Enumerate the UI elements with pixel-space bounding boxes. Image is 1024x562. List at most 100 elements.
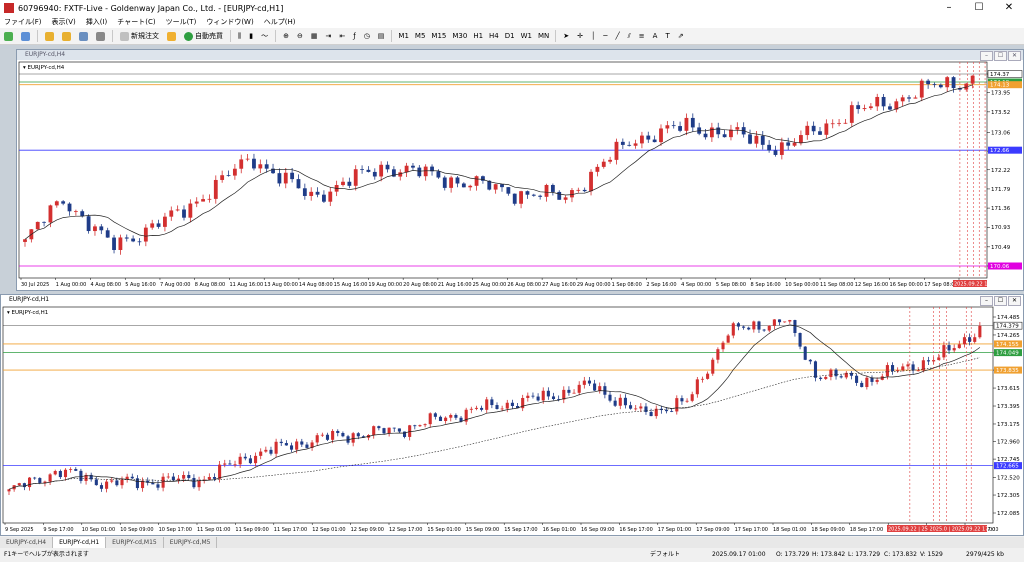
candle-body <box>531 395 535 397</box>
terminal-icon[interactable] <box>77 30 90 42</box>
minimize-button[interactable]: – <box>934 0 964 16</box>
cursor-icon[interactable]: ➤ <box>561 30 571 42</box>
candle-body <box>290 172 295 180</box>
text-icon[interactable]: A <box>651 30 660 42</box>
candle-body <box>572 392 576 394</box>
bar-chart-icon[interactable]: ⫼ <box>236 30 243 42</box>
price-chart-h1[interactable]: ▾ EURJPY-cd,H1174.485174.265174.045173.8… <box>1 305 1023 535</box>
timeframe-h4[interactable]: H4 <box>489 32 499 40</box>
candle-body <box>506 187 511 194</box>
candle-body <box>500 408 504 410</box>
x-tick-label: 12 Sep 16:00 <box>855 282 888 288</box>
period-icon[interactable]: ◷ <box>362 30 372 42</box>
chart-shift-icon[interactable]: ⇤ <box>337 30 347 42</box>
chart-window-h1[interactable]: EURJPY-cd,H1 – ☐ ✕ ▾ EURJPY-cd,H1 174.485… <box>0 294 1024 536</box>
y-tick-label: 173.175 <box>997 422 1020 428</box>
x-tick-label: 12 Sep 09:00 <box>351 527 384 533</box>
chart-close-button[interactable]: ✕ <box>1008 51 1021 61</box>
timeframe-m5[interactable]: M5 <box>415 32 426 40</box>
tile-icon[interactable]: ▦ <box>309 30 320 42</box>
candle-body <box>618 397 622 406</box>
vertical-line-icon[interactable]: │ <box>589 30 597 42</box>
timeframe-h1[interactable]: H1 <box>473 32 483 40</box>
metaeditor-icon[interactable] <box>165 30 178 42</box>
chart-minimize-button[interactable]: – <box>980 296 993 306</box>
new-order-button[interactable]: 新規注文 <box>118 30 161 42</box>
menu-help[interactable]: ヘルプ(H) <box>264 17 296 27</box>
indicators-icon[interactable]: ƒ <box>351 30 357 42</box>
price-chart-h4[interactable]: ▾ EURJPY-cd,H4 174.37 173.95 173.52 173.06 17… <box>17 60 1023 290</box>
close-button[interactable]: ✕ <box>994 0 1024 16</box>
profiles-icon[interactable] <box>19 30 32 42</box>
candle-body <box>194 201 199 204</box>
trendline-icon[interactable]: ╱ <box>613 30 621 42</box>
market-watch-icon[interactable] <box>43 30 56 42</box>
x-tick-label: 18 Sep 17:00 <box>850 527 883 533</box>
candle-body <box>490 399 494 406</box>
candle-body <box>856 105 861 110</box>
chart-minimize-button[interactable]: – <box>980 51 993 61</box>
timeframe-w1[interactable]: W1 <box>521 32 532 40</box>
line-chart-icon[interactable]: 〜 <box>259 30 270 42</box>
candle-body <box>623 397 627 406</box>
candle-body <box>888 106 892 110</box>
price-tag-label: 174.049 <box>996 351 1019 357</box>
tester-icon[interactable] <box>94 30 107 42</box>
menu-tools[interactable]: ツール(T) <box>166 17 197 27</box>
tab-eurjpy-h1[interactable]: EURJPY-cd,H1 <box>53 537 107 548</box>
candle-body <box>28 477 32 488</box>
candle-body <box>283 172 288 184</box>
timeframe-m15[interactable]: M15 <box>431 32 446 40</box>
menu-bar: ファイル(F) 表示(V) 挿入(I) チャート(C) ツール(T) ウィンドウ… <box>0 16 1024 28</box>
candle-body <box>808 359 812 362</box>
menu-file[interactable]: ファイル(F) <box>4 17 42 27</box>
status-bar: F1キーでヘルプが表示されます デフォルト 2025.09.17 01:00 O… <box>0 548 1024 562</box>
candle-body <box>603 386 607 395</box>
chart-close-button[interactable]: ✕ <box>1008 296 1021 306</box>
fibonacci-icon[interactable]: ≡ <box>637 30 647 42</box>
plot-area <box>18 61 988 279</box>
chart-window-h4[interactable]: EURJPY-cd,H4 – ☐ ✕ ▾ EURJPY-cd,H4 174.37 1… <box>16 49 1024 291</box>
candle-body <box>392 427 396 429</box>
toolbar-separator <box>275 30 277 42</box>
window-title: 60796940: FXTF-Live - Goldenway Japan Co… <box>18 3 284 13</box>
menu-view[interactable]: 表示(V) <box>52 17 76 27</box>
tab-eurjpy-m15[interactable]: EURJPY-cd,M15 <box>106 537 164 548</box>
candle-body <box>413 425 417 427</box>
chart-maximize-button[interactable]: ☐ <box>994 51 1007 61</box>
candle-body <box>577 384 581 393</box>
candle-body <box>973 337 977 342</box>
chart-maximize-button[interactable]: ☐ <box>994 296 1007 306</box>
tab-eurjpy-m5[interactable]: EURJPY-cd,M5 <box>164 537 218 548</box>
zoom-out-icon[interactable]: ⊖ <box>295 30 305 42</box>
candle-body <box>665 125 670 129</box>
timeframe-d1[interactable]: D1 <box>505 32 515 40</box>
horizontal-line-icon[interactable]: ─ <box>601 30 609 42</box>
candle-body <box>818 131 822 135</box>
timeframe-m1[interactable]: M1 <box>398 32 409 40</box>
candle-body <box>860 382 864 388</box>
arrows-icon[interactable]: ⇗ <box>676 30 686 42</box>
label-icon[interactable]: T <box>663 30 671 42</box>
candle-body <box>305 444 309 448</box>
candlestick-icon[interactable]: ▮ <box>247 30 255 42</box>
channel-icon[interactable]: ⫽ <box>626 30 633 42</box>
new-chart-icon[interactable] <box>2 30 15 42</box>
menu-window[interactable]: ウィンドウ(W) <box>206 17 253 27</box>
templates-icon[interactable]: ▤ <box>376 30 387 42</box>
menu-insert[interactable]: 挿入(I) <box>86 17 108 27</box>
auto-scroll-icon[interactable]: ⇥ <box>323 30 333 42</box>
candle-body <box>779 142 784 155</box>
candle-body <box>613 400 617 406</box>
maximize-button[interactable]: ☐ <box>964 0 994 16</box>
tab-eurjpy-h4[interactable]: EURJPY-cd,H4 <box>0 537 54 548</box>
menu-charts[interactable]: チャート(C) <box>117 17 155 27</box>
crosshair-icon[interactable]: ✛ <box>575 30 585 42</box>
navigator-icon[interactable] <box>60 30 73 42</box>
candle-body <box>726 335 730 343</box>
zoom-in-icon[interactable]: ⊕ <box>281 30 291 42</box>
timeframe-m30[interactable]: M30 <box>452 32 467 40</box>
timeframe-mn[interactable]: MN <box>538 32 549 40</box>
auto-trade-button[interactable]: 自動売買 <box>182 30 225 42</box>
candle-body <box>417 167 422 177</box>
